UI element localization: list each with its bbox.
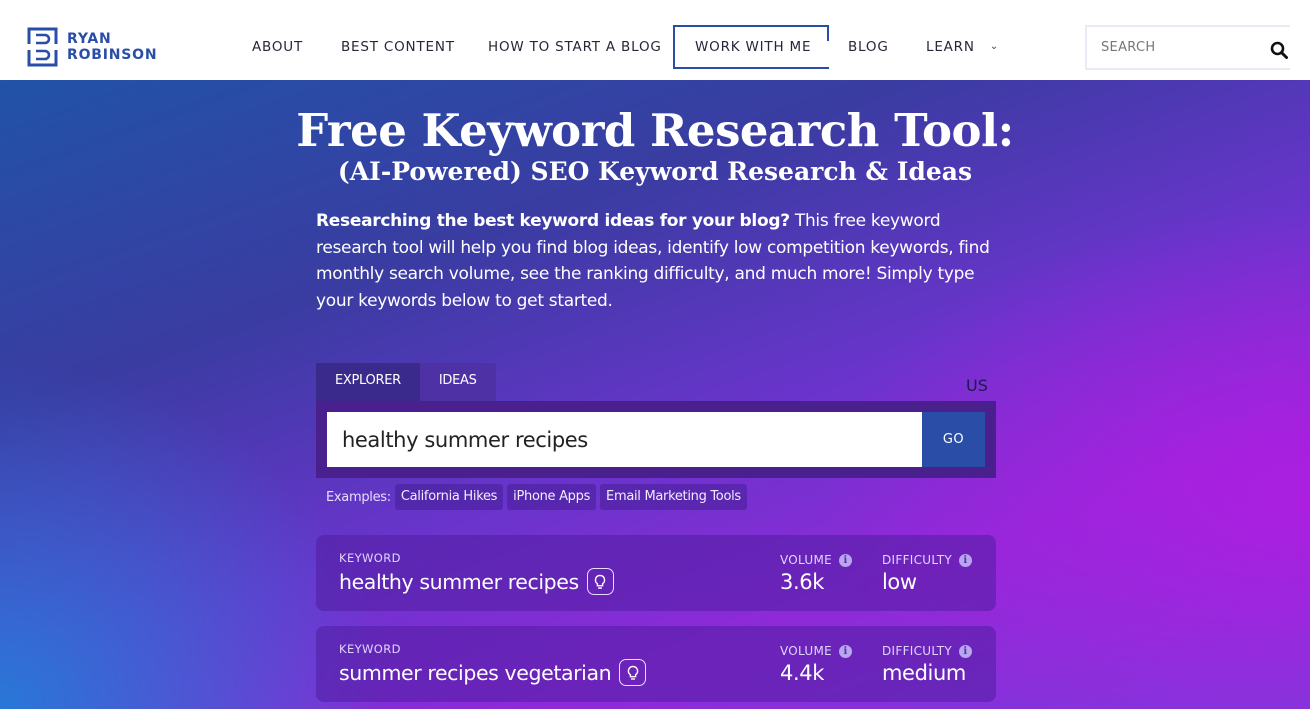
difficulty-value: medium [882,661,966,685]
go-button[interactable]: GO [922,412,985,467]
site-logo[interactable]: RYAN ROBINSON [27,27,157,67]
volume-label: VOLUME [780,553,833,567]
volume-metric: VOLUME i 4.4k [780,644,853,685]
search-icon[interactable] [1270,41,1288,59]
example-chip[interactable]: Email Marketing Tools [600,484,747,510]
volume-value: 3.6k [780,570,824,594]
difficulty-label: DIFFICULTY [882,553,952,567]
site-header: RYAN ROBINSON ABOUT BEST CONTENT HOW TO … [0,0,1310,80]
site-search-input[interactable] [1101,27,1261,68]
tab-ideas[interactable]: IDEAS [419,363,496,401]
difficulty-metric: DIFFICULTY i medium [882,644,972,685]
page-title: Free Keyword Research Tool: [296,104,1014,157]
difficulty-label: DIFFICULTY [882,644,952,658]
nav-learn[interactable]: LEARN ⌄ [926,25,999,69]
tab-explorer[interactable]: EXPLORER [316,363,420,401]
difficulty-metric: DIFFICULTY i low [882,553,972,594]
nav-blog[interactable]: BLOG [848,25,889,69]
keyword-value: summer recipes vegetarian [339,659,647,686]
intro-paragraph: Researching the best keyword ideas for y… [316,208,1006,314]
keyword-result-card[interactable]: KEYWORD summer recipes vegetarian VOLUME… [316,626,996,702]
keyword-value: healthy summer recipes [339,568,614,595]
lightbulb-icon[interactable] [619,659,647,686]
page-subtitle: (AI-Powered) SEO Keyword Research & Idea… [337,157,973,186]
volume-metric: VOLUME i 3.6k [780,553,853,594]
volume-label: VOLUME [780,644,833,658]
nav-work-with-me[interactable]: WORK WITH ME [673,25,829,69]
info-icon[interactable]: i [958,553,972,567]
keyword-text: summer recipes vegetarian [339,660,612,685]
nav-about[interactable]: ABOUT [252,25,303,69]
keyword-text: healthy summer recipes [339,569,579,594]
lightbulb-icon[interactable] [586,568,614,595]
logo-mark-icon [27,27,58,67]
site-search [1085,25,1290,70]
keyword-result-card[interactable]: KEYWORD healthy summer recipes VOLUME i 3… [316,535,996,611]
tool-tabs: EXPLORER IDEAS [316,363,496,401]
examples-row: Examples: California Hikes iPhone Apps E… [326,484,751,510]
volume-value: 4.4k [780,661,824,685]
difficulty-value: low [882,570,917,594]
keyword-label: KEYWORD [339,642,401,656]
keyword-search-panel: GO [316,401,996,478]
example-chip[interactable]: iPhone Apps [507,484,597,510]
nav-learn-label: LEARN [926,39,975,55]
info-icon[interactable]: i [958,644,972,658]
info-icon[interactable]: i [839,553,853,567]
keyword-input[interactable] [327,412,923,467]
hero-section: Free Keyword Research Tool: (AI-Powered)… [0,80,1310,709]
intro-bold: Researching the best keyword ideas for y… [316,211,790,231]
info-icon[interactable]: i [839,644,853,658]
logo-text: RYAN ROBINSON [67,31,157,63]
examples-label: Examples: [326,489,391,505]
logo-line1: RYAN [67,31,112,47]
logo-line2: ROBINSON [67,47,158,63]
keyword-label: KEYWORD [339,551,401,565]
nav-best-content[interactable]: BEST CONTENT [341,25,455,69]
example-chip[interactable]: California Hikes [394,484,504,510]
nav-how-to-start-a-blog[interactable]: HOW TO START A BLOG [488,25,662,69]
chevron-down-icon: ⌄ [989,41,1000,52]
region-selector[interactable]: US [966,376,988,395]
